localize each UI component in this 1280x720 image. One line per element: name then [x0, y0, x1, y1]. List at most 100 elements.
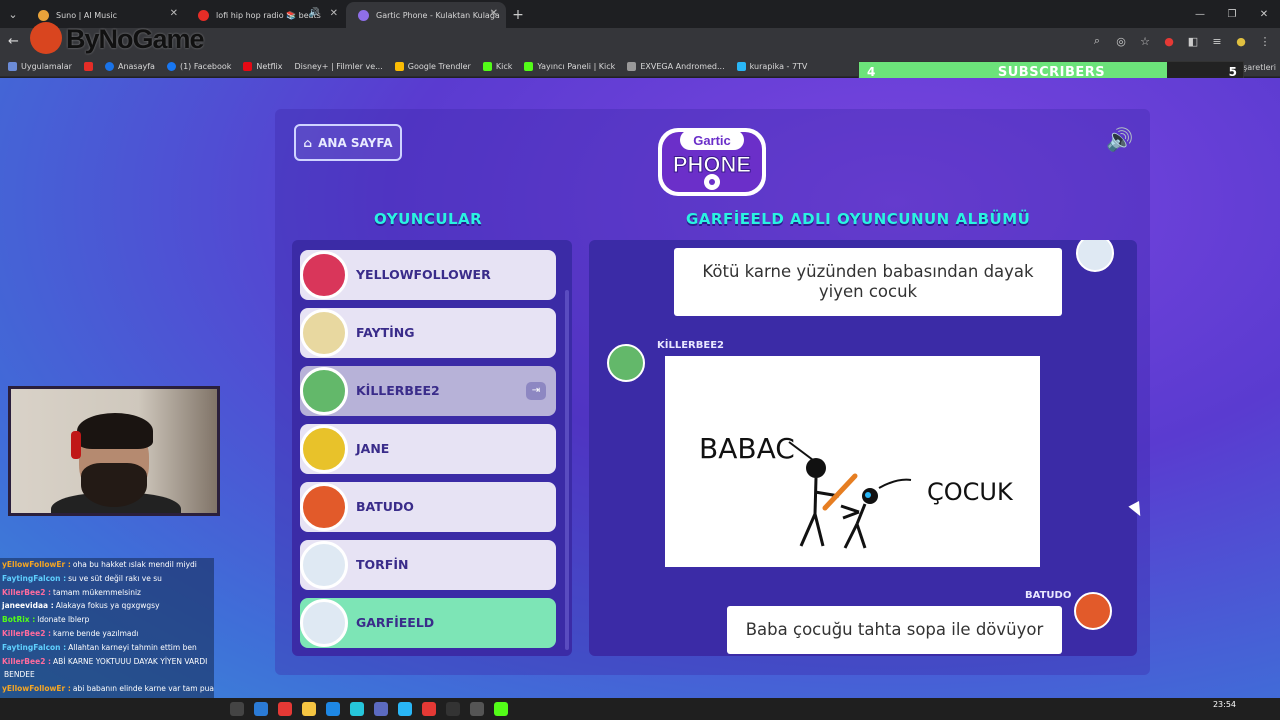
- taskbar-app-icon[interactable]: [278, 702, 292, 716]
- taskbar-app-icon[interactable]: [446, 702, 460, 716]
- taskbar-app-icon[interactable]: [422, 702, 436, 716]
- tab-favicon-icon: [358, 10, 369, 21]
- players-panel: YELLOWFOLLOWER FAYTİNG KİLLERBEE2 ⇥ JANE…: [292, 240, 572, 656]
- youtube-icon: [83, 62, 93, 71]
- player-item-selected[interactable]: GARFİEELD: [300, 598, 556, 648]
- browser-tab-gartic[interactable]: Gartic Phone - Kulaktan Kulağa ✕: [346, 2, 506, 28]
- tab-close-icon[interactable]: ✕: [490, 8, 498, 19]
- player-item[interactable]: KİLLERBEE2 ⇥: [300, 366, 556, 416]
- bookmark-netflix[interactable]: Netflix: [243, 62, 282, 71]
- chat-username: FaytingFalcon :: [2, 573, 67, 583]
- bookmark-youtube[interactable]: [83, 62, 93, 71]
- chat-message: BotRix : ldonate lblerp: [0, 613, 214, 627]
- player-item[interactable]: TORFİN: [300, 540, 556, 590]
- seventv-icon: [736, 62, 746, 71]
- new-tab-button[interactable]: +: [506, 2, 530, 28]
- album-text-entry-1: Kötü karne yüzünden babasından dayak yiy…: [674, 248, 1062, 316]
- close-window-icon[interactable]: ✕: [1248, 0, 1280, 28]
- home-button[interactable]: ⌂ ANA SAYFA: [294, 124, 402, 161]
- chat-text: Alakaya fokus ya qgxgwgsy: [55, 601, 160, 611]
- menu-kebab-icon[interactable]: ⋮: [1258, 34, 1272, 48]
- windows-taskbar: 23:54: [0, 698, 1280, 720]
- tab-close-icon[interactable]: ✕: [330, 8, 338, 19]
- player-item[interactable]: JANE: [300, 424, 556, 474]
- home-icon: ⌂: [303, 135, 313, 150]
- album-panel: Kötü karne yüzünden babasından dayak yiy…: [589, 240, 1137, 656]
- stick-figure-drawing: BABAC ÇOCUK: [699, 432, 1014, 549]
- facebook-icon: [166, 62, 176, 71]
- bookmark-google-trends[interactable]: Google Trendler: [394, 62, 471, 71]
- taskbar-app-icon[interactable]: [398, 702, 412, 716]
- tab-title: Gartic Phone - Kulaktan Kulağa: [376, 10, 500, 20]
- player-avatar: [300, 541, 348, 589]
- player-name: YELLOWFOLLOWER: [356, 267, 491, 282]
- eye-off-icon[interactable]: ◎: [1114, 34, 1128, 48]
- back-arrow-icon[interactable]: ←: [8, 34, 19, 49]
- bookmark-kick-panel[interactable]: Yayıncı Paneli | Kick: [524, 62, 615, 71]
- star-icon[interactable]: ☆: [1138, 34, 1152, 48]
- chat-username: KillerBee2 :: [2, 587, 52, 597]
- zoom-icon[interactable]: ⌕: [1090, 34, 1104, 48]
- home-site-icon: [104, 62, 114, 71]
- taskbar-app-icon[interactable]: [470, 702, 484, 716]
- home-button-label: ANA SAYFA: [318, 135, 393, 150]
- extension-red-icon[interactable]: ●: [1162, 34, 1176, 48]
- taskbar-app-icon[interactable]: [254, 702, 268, 716]
- stream-chat-overlay: yEllowFollowEr : oha bu hakket ıslak mend…: [0, 558, 214, 720]
- headphones-icon: [71, 431, 81, 459]
- player-name: FAYTİNG: [356, 325, 415, 340]
- taskbar-clock: 23:54: [1212, 700, 1236, 709]
- gartic-phone-logo: Gartic PHONE: [658, 128, 766, 196]
- browser-toolbar: ← ByNoGame ⌕ ◎ ☆ ● ◧ ≡ ● ⋮: [0, 22, 1280, 57]
- extensions-puzzle-icon[interactable]: ◧: [1186, 34, 1200, 48]
- taskbar-app-icons: [230, 702, 508, 716]
- chat-text: ABİ KARNE YOKTUUU DAYAK YİYEN VARDI: [53, 656, 208, 666]
- taskbar-app-icon[interactable]: [230, 702, 244, 716]
- players-scrollbar[interactable]: [565, 290, 569, 650]
- bookmark-disney[interactable]: Disney+ | Filmler ve...: [294, 62, 382, 71]
- bookmark-exvega[interactable]: EXVEGA Andromed...: [627, 62, 725, 71]
- chat-username: janeevidaa :: [2, 601, 54, 611]
- chat-message: BENDEE: [0, 668, 214, 682]
- taskbar-app-icon[interactable]: [326, 702, 340, 716]
- brand-mark-icon: [30, 22, 62, 54]
- chat-message: janeevidaa : Alakaya fokus ya qgxgwgsy: [0, 599, 214, 613]
- player-item[interactable]: YELLOWFOLLOWER: [300, 250, 556, 300]
- taskbar-app-icon[interactable]: [302, 702, 316, 716]
- tab-search-icon[interactable]: ⌄: [0, 0, 26, 28]
- player-avatar: [300, 251, 348, 299]
- player-item[interactable]: BATUDO: [300, 482, 556, 532]
- bookmark-home[interactable]: Anasayfa: [104, 62, 155, 71]
- chat-username: yEllowFollowEr :: [2, 684, 71, 694]
- profile-avatar-icon[interactable]: ●: [1234, 34, 1248, 48]
- toolbar-right-icons: ⌕ ◎ ☆ ● ◧ ≡ ● ⋮: [1090, 34, 1272, 48]
- chat-text: Allahtan karneyi tahmin ettim ben: [68, 642, 197, 652]
- bookmark-7tv[interactable]: kurapika - 7TV: [736, 62, 807, 71]
- audio-playing-icon[interactable]: 🔊: [309, 8, 320, 18]
- logo-bottom-text: PHONE: [673, 152, 751, 177]
- sound-toggle-icon[interactable]: 🔊: [1106, 128, 1138, 156]
- taskbar-app-icon[interactable]: [494, 702, 508, 716]
- taskbar-app-icon[interactable]: [374, 702, 388, 716]
- player-name: JANE: [356, 441, 390, 456]
- taskbar-app-icon[interactable]: [350, 702, 364, 716]
- apps-grid-icon: [8, 62, 17, 71]
- media-control-icon[interactable]: ≡: [1210, 34, 1224, 48]
- netflix-icon: [243, 62, 253, 71]
- chat-username: BotRix :: [2, 615, 36, 625]
- chat-message: KillerBee2 : karne bende yazılmadı: [0, 627, 214, 641]
- bookmark-kick[interactable]: Kick: [482, 62, 512, 71]
- chat-text: BENDEE: [4, 670, 35, 680]
- minimize-icon[interactable]: —: [1184, 0, 1216, 28]
- chat-text: tamam mükemmelsiniz: [53, 587, 141, 597]
- player-item[interactable]: FAYTİNG: [300, 308, 556, 358]
- album-author-avatar: [607, 344, 645, 382]
- subscriber-goal-count: 5: [1228, 65, 1237, 79]
- logo-top-text: Gartic: [693, 133, 731, 148]
- player-name: GARFİEELD: [356, 615, 435, 630]
- bookmark-facebook[interactable]: (1) Facebook: [166, 62, 231, 71]
- subscriber-current-count: 4: [867, 65, 876, 79]
- album-author-name: BATUDO: [1025, 590, 1072, 601]
- bookmark-apps[interactable]: Uygulamalar: [8, 62, 72, 71]
- maximize-icon[interactable]: ❐: [1216, 0, 1248, 28]
